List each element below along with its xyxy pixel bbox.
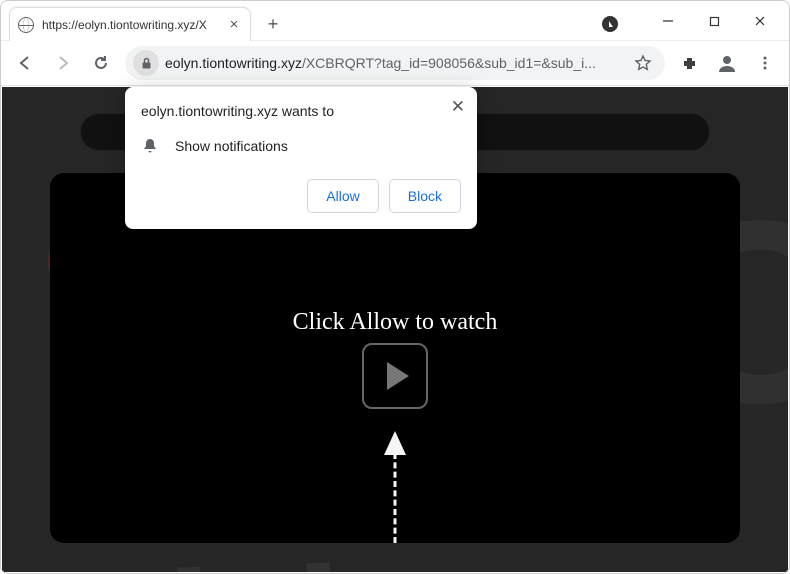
back-button[interactable] <box>11 49 39 77</box>
click-allow-text: Click Allow to watch <box>50 309 740 336</box>
block-button[interactable]: Block <box>389 179 461 213</box>
kebab-menu-icon[interactable] <box>751 49 779 77</box>
browser-tab[interactable]: https://eolyn.tiontowriting.xyz/X × <box>9 7 251 41</box>
forward-button <box>49 49 77 77</box>
globe-icon <box>18 17 34 33</box>
bell-icon <box>141 137 159 155</box>
maximize-button[interactable] <box>691 5 737 37</box>
minimize-button[interactable] <box>645 5 691 37</box>
permission-origin-text: eolyn.tiontowriting.xyz wants to <box>141 103 461 119</box>
play-button-icon[interactable] <box>362 343 428 409</box>
close-tab-icon[interactable]: × <box>226 17 242 33</box>
media-badge-icon[interactable] <box>601 15 619 33</box>
profile-avatar-icon[interactable] <box>713 49 741 77</box>
notification-permission-dialog: ✕ eolyn.tiontowriting.xyz wants to Show … <box>125 87 477 229</box>
lock-icon[interactable] <box>133 50 159 76</box>
tab-strip: https://eolyn.tiontowriting.xyz/X × + <box>9 7 287 41</box>
url-host: eolyn.tiontowriting.xyz <box>165 55 302 71</box>
new-tab-button[interactable]: + <box>259 10 287 38</box>
dialog-close-icon[interactable]: ✕ <box>451 97 465 117</box>
tab-title: https://eolyn.tiontowriting.xyz/X <box>42 18 218 32</box>
arrow-shaft <box>394 453 397 543</box>
url-text: eolyn.tiontowriting.xyz/XCBRQRT?tag_id=9… <box>165 55 623 71</box>
url-path: /XCBRQRT?tag_id=908056&sub_id1=&sub_i... <box>302 55 596 71</box>
allow-button[interactable]: Allow <box>307 179 378 213</box>
extensions-icon[interactable] <box>675 49 703 77</box>
arrow-up-icon <box>384 431 406 455</box>
reload-button[interactable] <box>87 49 115 77</box>
browser-window: https://eolyn.tiontowriting.xyz/X × + <box>0 0 790 574</box>
browser-toolbar: eolyn.tiontowriting.xyz/XCBRQRT?tag_id=9… <box>1 40 789 86</box>
close-window-button[interactable] <box>737 5 783 37</box>
permission-label: Show notifications <box>175 138 288 154</box>
address-bar[interactable]: eolyn.tiontowriting.xyz/XCBRQRT?tag_id=9… <box>125 46 665 80</box>
bookmark-star-icon[interactable] <box>629 49 657 77</box>
